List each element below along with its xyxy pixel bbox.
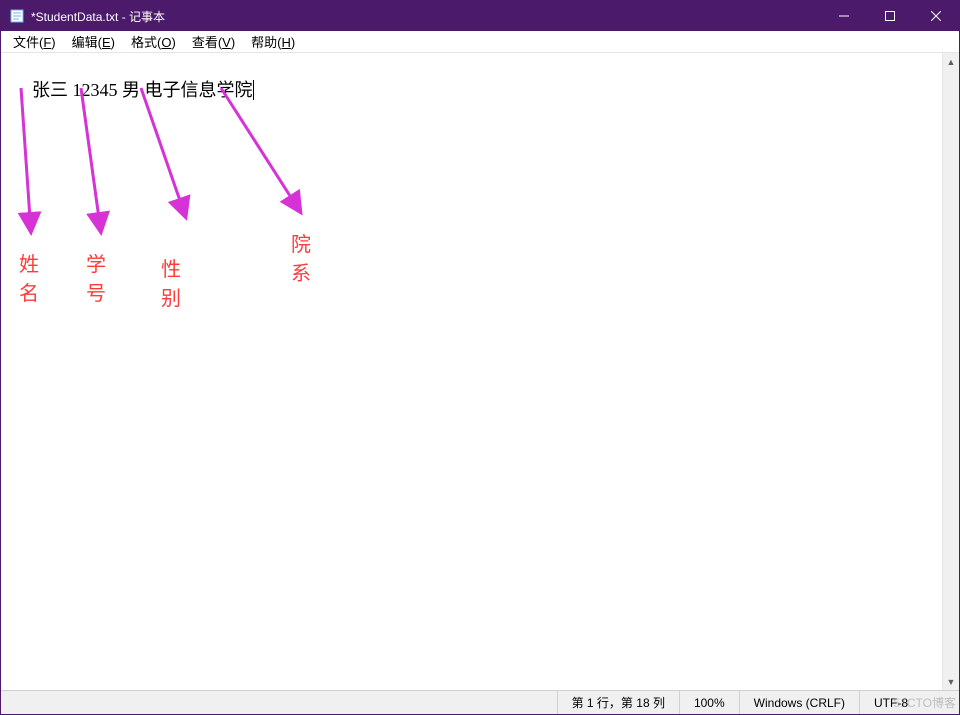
menu-edit[interactable]: 编辑(E) <box>66 31 121 52</box>
minimize-button[interactable] <box>821 1 867 31</box>
app-window: *StudentData.txt - 记事本 文件(F) 编辑(E) 格式(O)… <box>0 0 960 715</box>
scroll-track[interactable] <box>943 70 959 673</box>
notepad-icon <box>9 8 25 24</box>
status-eol: Windows (CRLF) <box>739 691 859 714</box>
scroll-down-button[interactable]: ▼ <box>943 673 959 690</box>
status-spacer <box>1 691 557 714</box>
close-button[interactable] <box>913 1 959 31</box>
content-area: 张三 12345 男 电子信息学院 ▲ ▼ 姓名 学号 性别 院系 <box>1 53 959 690</box>
window-controls <box>821 1 959 31</box>
maximize-button[interactable] <box>867 1 913 31</box>
scroll-up-button[interactable]: ▲ <box>943 53 959 70</box>
watermark: 51CTO博客 <box>894 694 956 711</box>
menu-file[interactable]: 文件(F) <box>7 31 62 52</box>
text-line-1: 张三 12345 男 电子信息学院 <box>32 80 254 100</box>
titlebar[interactable]: *StudentData.txt - 记事本 <box>1 1 959 31</box>
statusbar: 第 1 行，第 18 列 100% Windows (CRLF) UTF-8 <box>1 690 959 714</box>
vertical-scrollbar[interactable]: ▲ ▼ <box>942 53 959 690</box>
status-zoom: 100% <box>679 691 739 714</box>
text-editor[interactable]: 张三 12345 男 电子信息学院 <box>1 53 942 690</box>
window-title: *StudentData.txt - 记事本 <box>31 8 821 25</box>
menu-help[interactable]: 帮助(H) <box>245 31 301 52</box>
status-position: 第 1 行，第 18 列 <box>557 691 679 714</box>
menubar: 文件(F) 编辑(E) 格式(O) 查看(V) 帮助(H) <box>1 31 959 53</box>
menu-view[interactable]: 查看(V) <box>186 31 241 52</box>
menu-format[interactable]: 格式(O) <box>125 31 182 52</box>
